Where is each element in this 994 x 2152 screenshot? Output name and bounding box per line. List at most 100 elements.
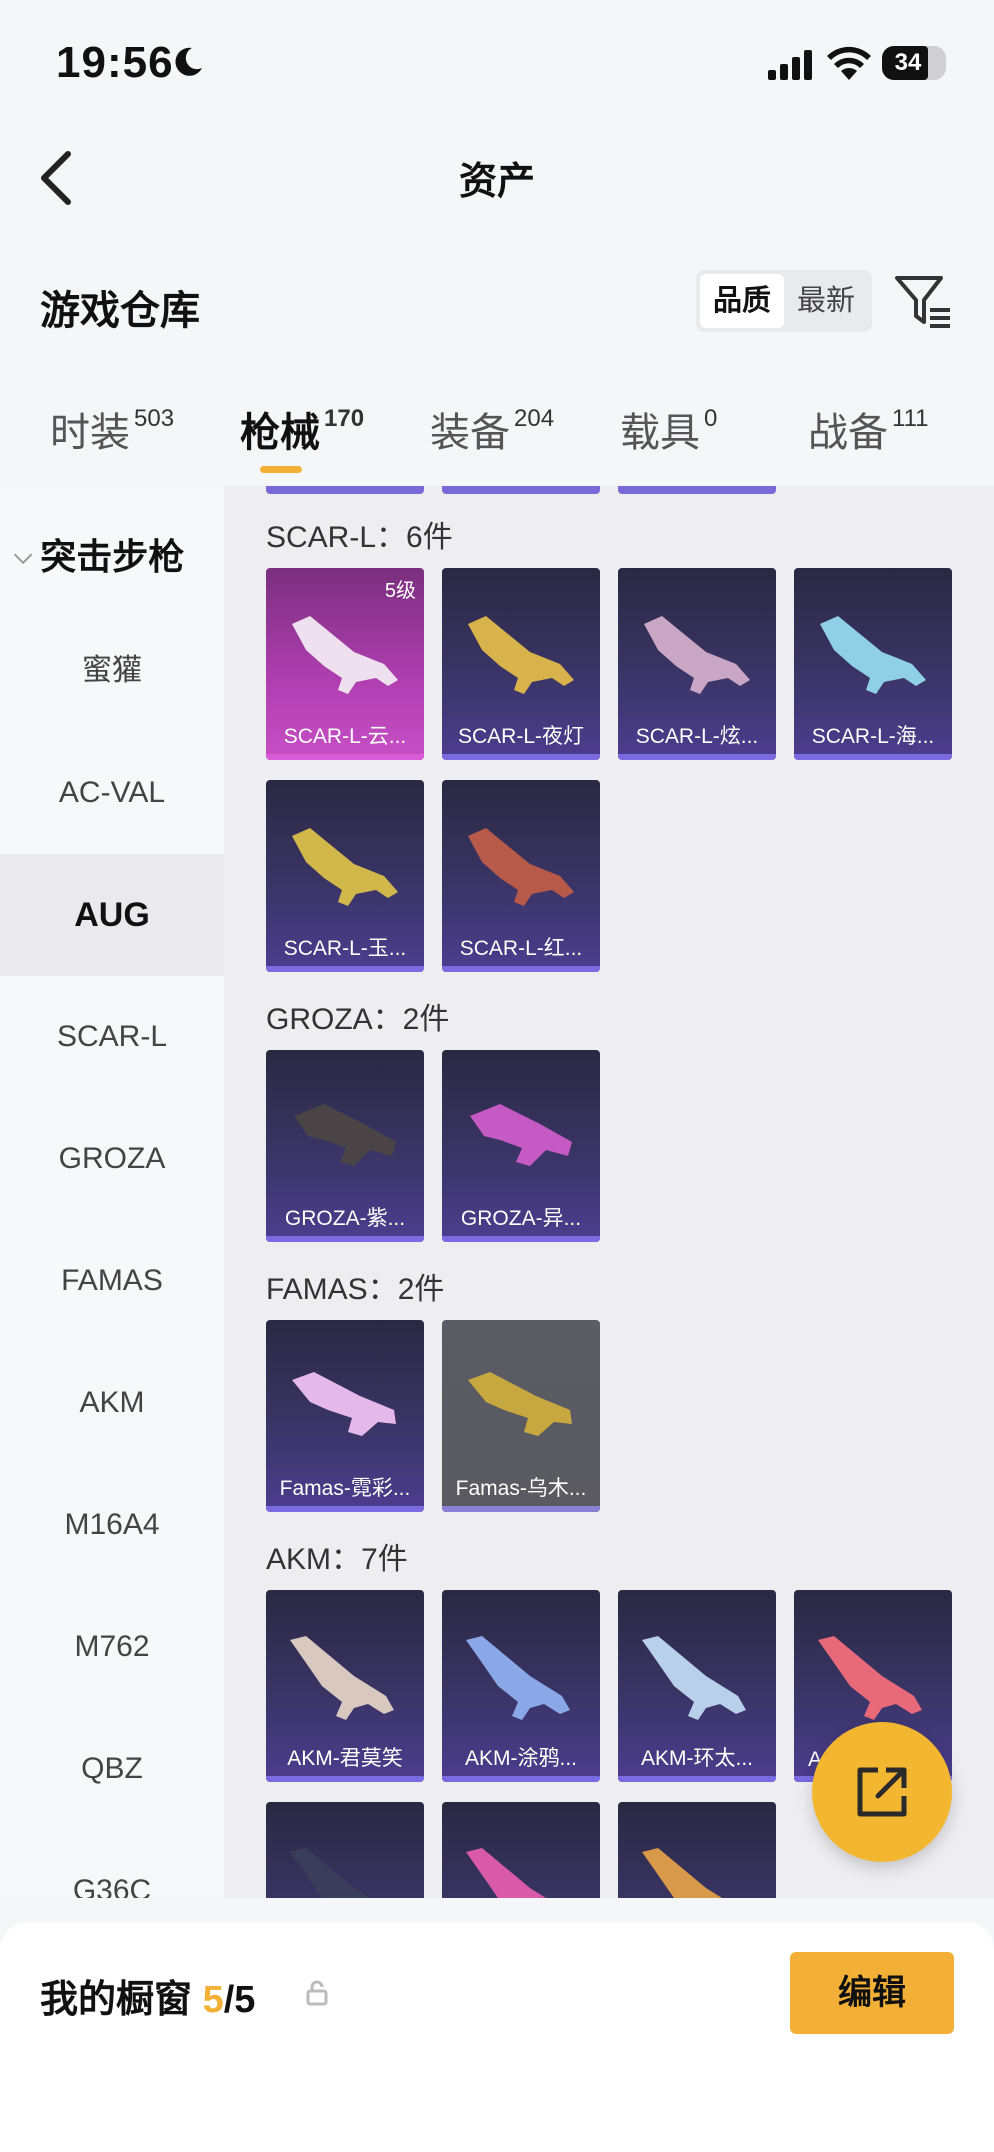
- tab-label: 战备: [808, 411, 888, 455]
- sort-by-latest[interactable]: 最新: [784, 274, 868, 328]
- weapon-name: SCAR-L-云...: [283, 725, 407, 748]
- battery-level: 34: [894, 49, 922, 76]
- active-tab-indicator: [260, 466, 302, 473]
- rifle-icon: [468, 828, 574, 906]
- tab-vehicles[interactable]: 载具 0: [620, 400, 717, 458]
- section-title-famas: FAMAS：2件: [266, 1273, 445, 1306]
- share-button[interactable]: [812, 1722, 952, 1862]
- showcase-title: 我的橱窗 5/5: [40, 1968, 255, 2023]
- weapon-card[interactable]: SCAR-L-海...: [794, 568, 952, 760]
- weapon-name: SCAR-L-红...: [459, 937, 583, 960]
- weapon-card[interactable]: SCAR-L-夜灯: [442, 568, 600, 760]
- tab-equipment[interactable]: 装备 204: [430, 400, 554, 458]
- sidebar-item-mihuan[interactable]: 蜜獾: [0, 610, 224, 732]
- weapon-card[interactable]: GROZA-异...: [442, 1050, 600, 1242]
- warehouse-title: 游戏仓库: [40, 289, 200, 333]
- weapon-card[interactable]: AKM-涂鸦...: [442, 1590, 600, 1782]
- sidebar-item-ac-val[interactable]: AC-VAL: [0, 732, 224, 854]
- tab-firearms[interactable]: 枪械 170: [240, 400, 364, 458]
- weapon-name: GROZA-异...: [460, 1207, 582, 1230]
- weapon-name: Famas-霓彩...: [279, 1477, 411, 1500]
- sidebar-item-m762[interactable]: M762: [0, 1586, 224, 1708]
- weapon-card[interactable]: Famas-霓彩...: [266, 1320, 424, 1512]
- rifle-icon: [818, 1636, 922, 1720]
- weapon-card[interactable]: 5级 SCAR-L-云...: [266, 568, 424, 760]
- tab-count: 170: [324, 405, 365, 432]
- previous-row-card-edge: [442, 486, 600, 494]
- weapon-name: AKM-君莫笑: [287, 1747, 403, 1770]
- rifle-icon: [470, 1104, 572, 1166]
- previous-row-card-edge: [266, 486, 424, 494]
- sort-by-quality[interactable]: 品质: [700, 274, 784, 328]
- share-icon: [857, 1767, 907, 1817]
- showcase-count: 5: [202, 1979, 224, 2021]
- weapon-name: Famas-乌木...: [455, 1477, 587, 1500]
- previous-row-card-edge: [618, 486, 776, 494]
- weapon-card[interactable]: Famas-乌木...: [442, 1320, 600, 1512]
- sort-toggle[interactable]: 品质 最新: [696, 270, 872, 332]
- section-title-scar-l: SCAR-L：6件: [266, 521, 453, 554]
- rifle-icon: [644, 616, 750, 694]
- sidebar-item-g36c[interactable]: G36C: [0, 1830, 224, 1898]
- edit-button[interactable]: 编辑: [790, 1952, 954, 2034]
- sidebar-item-qbz[interactable]: QBZ: [0, 1708, 224, 1830]
- sidebar-item-scar-l[interactable]: SCAR-L: [0, 976, 224, 1098]
- tab-label: 时装: [50, 411, 130, 455]
- weapon-card[interactable]: GROZA-紫...: [266, 1050, 424, 1242]
- page-title: 资产: [458, 161, 535, 203]
- tab-combat-supplies[interactable]: 战备 111: [808, 400, 928, 458]
- showcase-bar: 我的橱窗 5/5 编辑: [0, 1922, 994, 2152]
- sidebar-group-header[interactable]: ⌵ 突击步枪: [14, 528, 184, 580]
- tab-label: 载具: [620, 411, 700, 455]
- weapon-name: GROZA-紫...: [284, 1207, 406, 1230]
- tab-label: 装备: [430, 411, 510, 455]
- weapon-name: SCAR-L-海...: [811, 725, 935, 748]
- weapon-type-sidebar: ⌵ 突击步枪 蜜獾 AC-VAL AUG SCAR-L GROZA FAMAS A…: [0, 486, 224, 1898]
- tab-count: 204: [514, 405, 555, 432]
- chevron-down-icon: ⌵: [14, 542, 33, 569]
- rifle-icon: [466, 1848, 546, 1898]
- weapon-card[interactable]: SCAR-L-炫...: [618, 568, 776, 760]
- section-title-akm: AKM：7件: [266, 1543, 408, 1576]
- rifle-icon: [292, 616, 398, 694]
- tab-label: 枪械: [240, 411, 320, 455]
- weapon-card[interactable]: [442, 1802, 600, 1898]
- sidebar-item-m16a4[interactable]: M16A4: [0, 1464, 224, 1586]
- rifle-icon: [292, 1372, 396, 1436]
- tab-outfits[interactable]: 时装 503: [50, 400, 174, 458]
- rifle-icon: [468, 616, 574, 694]
- tab-count: 503: [134, 405, 175, 432]
- rifle-icon: [292, 828, 398, 906]
- weapon-card[interactable]: AKM-环太...: [618, 1590, 776, 1782]
- sidebar-item-famas[interactable]: FAMAS: [0, 1220, 224, 1342]
- category-tabs: 时装 503 枪械 170 装备 204 载具 0 战备 111: [0, 400, 994, 480]
- sidebar-group-label: 突击步枪: [40, 536, 185, 577]
- rifle-icon: [290, 1848, 370, 1898]
- tab-count: 0: [704, 405, 718, 432]
- filter-icon[interactable]: [894, 274, 952, 330]
- weapon-card[interactable]: AKM-君莫笑: [266, 1590, 424, 1782]
- rifle-icon: [642, 1848, 722, 1898]
- showcase-label: 我的橱窗: [40, 1979, 193, 2021]
- weapon-name: SCAR-L-玉...: [283, 937, 407, 960]
- sidebar-item-akm[interactable]: AKM: [0, 1342, 224, 1464]
- rifle-icon: [468, 1372, 572, 1436]
- weapon-card[interactable]: [618, 1802, 776, 1898]
- weapon-card[interactable]: SCAR-L-红...: [442, 780, 600, 972]
- sidebar-item-aug[interactable]: AUG: [0, 854, 224, 976]
- weapon-name: SCAR-L-夜灯: [457, 725, 584, 748]
- weapon-grid: SCAR-L：6件 5级 SCAR-L-云... SCAR-L-夜灯 SCAR-…: [224, 486, 994, 1898]
- sidebar-item-groza[interactable]: GROZA: [0, 1098, 224, 1220]
- moon-icon: [175, 47, 202, 76]
- tab-count: 111: [892, 405, 929, 432]
- weapon-card[interactable]: SCAR-L-玉...: [266, 780, 424, 972]
- rifle-icon: [290, 1636, 394, 1720]
- weapon-name: SCAR-L-炫...: [635, 725, 759, 748]
- status-bar: 19:56 34: [0, 0, 994, 120]
- weapon-card[interactable]: [266, 1802, 424, 1898]
- weapon-name: AKM-涂鸦...: [464, 1747, 577, 1770]
- rifle-icon: [642, 1636, 746, 1720]
- wifi-icon: [827, 46, 871, 80]
- rifle-icon: [294, 1104, 396, 1166]
- lock-icon: [306, 1980, 328, 2006]
